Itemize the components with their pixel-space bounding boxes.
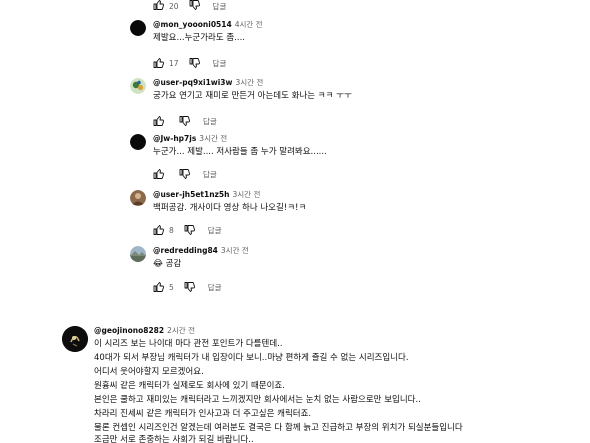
avatar[interactable] [130, 20, 146, 36]
comment-text: 궁가요 연기고 재미로 만든거 아는데도 화나는 ㅋㅋ ㅜㅜ [153, 91, 352, 101]
reply-button[interactable]: 답글 [203, 169, 217, 180]
author-name[interactable]: @mon_yoooni0514 [153, 20, 232, 29]
comment-text-line: 차라리 진세씨 같은 캐릭터가 인사고과 더 주고싶은 캐릭터죠. [94, 409, 312, 419]
author-name[interactable]: @user-jh5et1nz5h [153, 190, 229, 199]
comment-actions: 답글 [153, 168, 217, 180]
comment-text: 제발요...누군가라도 좀.... [153, 33, 245, 43]
comment-text-line: 본인은 쿨하고 재미있는 캐릭터라고 느끼겠지만 회사에서는 눈치 없는 사람으… [94, 395, 421, 405]
reply-button[interactable]: 답글 [213, 58, 227, 69]
top-comment-actions: 20 답글 [153, 0, 226, 12]
thumbs-down-icon[interactable] [189, 0, 201, 13]
comment-text: 백퍼공감. 개사이다 영상 하나 나오길!ㅋ!ㅋ [153, 203, 307, 213]
author-line: @mon_yoooni0514 4시간 전 [153, 20, 263, 30]
thumbs-up-icon[interactable] [153, 168, 165, 180]
comment-text: 누군가... 제발.... 저사람들 좀 누가 말려봐요...... [153, 147, 327, 157]
thumbs-down-icon[interactable] [184, 224, 196, 236]
like-count: 17 [169, 58, 179, 68]
thumbs-up-icon[interactable] [153, 0, 165, 13]
comments-panel: 20 답글 @mon_yoooni0514 4시간 전 제발요...누군가라도 좀… [0, 0, 590, 443]
author-line: @Jw-hp7js 3시간 전 [153, 134, 227, 144]
like-count: 5 [169, 282, 174, 292]
timestamp[interactable]: 3시간 전 [199, 134, 227, 143]
comment-actions: 8 답글 [153, 224, 222, 236]
thumbs-up-icon[interactable] [153, 281, 165, 293]
timestamp[interactable]: 2시간 전 [167, 326, 195, 335]
reply-button[interactable]: 답글 [213, 1, 227, 12]
thumbs-down-icon[interactable] [179, 168, 191, 180]
comment-text-line: 물론 컨셉인 시리즈인건 알겠는데 여러분도 결국은 다 함께 늙고 진급하고 … [94, 423, 463, 433]
reply-button[interactable]: 답글 [208, 282, 222, 293]
timestamp[interactable]: 3시간 전 [221, 246, 249, 255]
like-count: 20 [169, 1, 179, 11]
timestamp[interactable]: 4시간 전 [235, 20, 263, 29]
thumbs-up-icon[interactable] [153, 57, 165, 69]
author-name[interactable]: @geojinono8282 [94, 326, 164, 335]
avatar[interactable] [130, 78, 146, 94]
thumbs-down-icon[interactable] [184, 281, 196, 293]
comment-text-line: 이 시리즈 보는 나이대 마다 관전 포인트가 다를텐데.. [94, 339, 283, 349]
timestamp[interactable]: 3시간 전 [232, 190, 260, 199]
thumbs-up-icon[interactable] [153, 115, 165, 127]
reply-button[interactable]: 답글 [208, 225, 222, 236]
comment-text-line: 40대가 되서 부장님 캐릭터가 내 입장이다 보니..마냥 편하게 즐길 수 … [94, 353, 409, 363]
author-name[interactable]: @user-pq9xi1wi3w [153, 78, 232, 87]
like-count: 8 [169, 225, 174, 235]
comment-text-line: 원흉씨 같은 캐릭터가 실제로도 회사에 있기 때문이죠. [94, 381, 285, 391]
comment-actions: 17 답글 [153, 57, 226, 69]
thumbs-up-icon[interactable] [153, 224, 165, 236]
author-line: @geojinono8282 2시간 전 [94, 326, 195, 336]
avatar[interactable] [62, 326, 88, 352]
thumbs-down-icon[interactable] [189, 57, 201, 69]
timestamp[interactable]: 3시간 전 [235, 78, 263, 87]
thumbs-down-icon[interactable] [179, 115, 191, 127]
comment-text: 😂 공감 [153, 259, 182, 269]
author-line: @user-jh5et1nz5h 3시간 전 [153, 190, 260, 200]
author-name[interactable]: @Jw-hp7js [153, 134, 196, 143]
avatar[interactable] [130, 246, 146, 262]
comment-text-line: 조금만 서로 존중하는 사회가 되길 바랍니다.. [94, 435, 254, 443]
comment-actions: 답글 [153, 115, 217, 127]
author-name[interactable]: @redredding84 [153, 246, 218, 255]
comment-actions: 5 답글 [153, 281, 222, 293]
reply-button[interactable]: 답글 [203, 116, 217, 127]
author-line: @user-pq9xi1wi3w 3시간 전 [153, 78, 263, 88]
author-line: @redredding84 3시간 전 [153, 246, 249, 256]
avatar[interactable] [130, 134, 146, 150]
avatar[interactable] [130, 190, 146, 206]
comment-text-line: 어디서 웃어야할지 모르겠어요. [94, 367, 204, 377]
